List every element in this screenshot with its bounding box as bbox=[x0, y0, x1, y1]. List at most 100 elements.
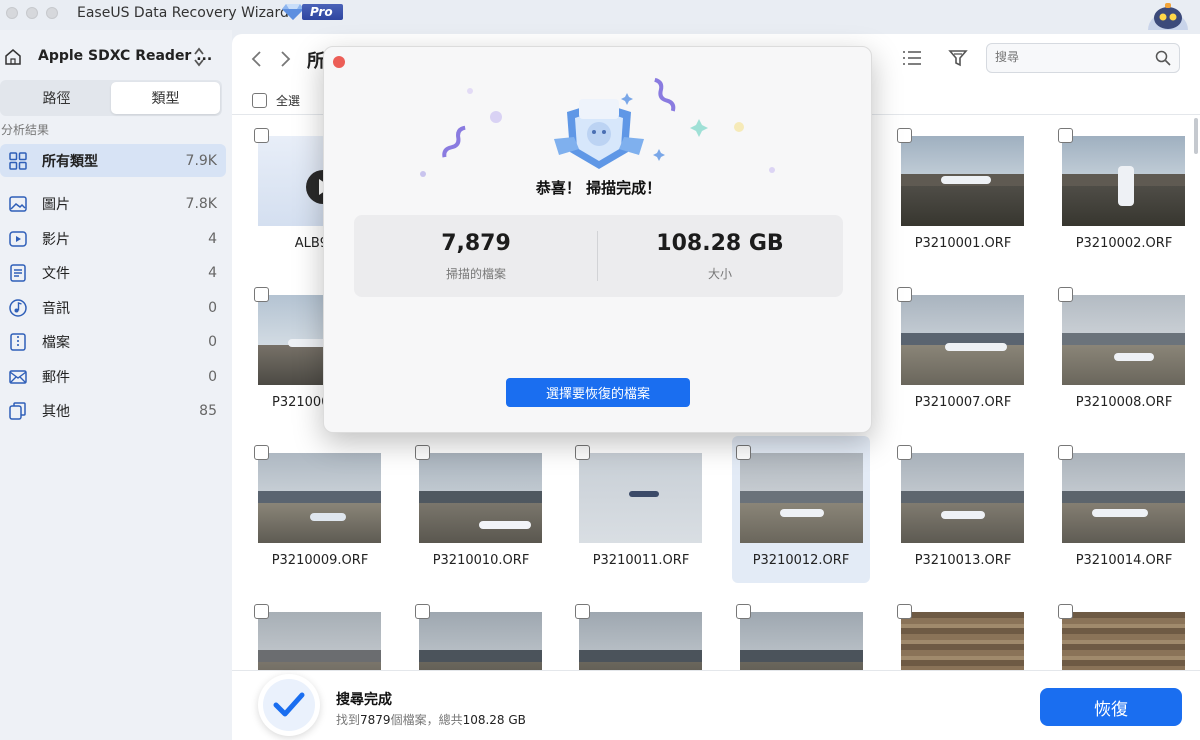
scrollbar[interactable] bbox=[1194, 118, 1198, 154]
edition-label: Pro bbox=[302, 4, 343, 20]
file-checkbox[interactable] bbox=[254, 128, 269, 143]
list-view-icon[interactable] bbox=[902, 49, 922, 67]
photo-thumbnail bbox=[901, 295, 1024, 385]
select-all[interactable]: 全選 bbox=[252, 92, 300, 109]
photo-thumbnail bbox=[901, 136, 1024, 226]
photo-thumbnail bbox=[579, 453, 702, 543]
photo-thumbnail bbox=[1062, 295, 1185, 385]
file-tile[interactable]: P3210014.ORF bbox=[1058, 445, 1192, 592]
sidebar-item-label: 文件 bbox=[42, 265, 70, 282]
sidebar-item-count: 4 bbox=[208, 230, 217, 247]
close-dialog-button[interactable] bbox=[333, 56, 345, 68]
photo-thumbnail bbox=[1062, 136, 1185, 226]
choose-files-button[interactable]: 選擇要恢復的檔案 bbox=[506, 378, 690, 407]
sidebar-item-archives[interactable]: 檔案 0 bbox=[0, 325, 226, 358]
file-checkbox[interactable] bbox=[897, 287, 912, 302]
file-checkbox[interactable] bbox=[415, 604, 430, 619]
file-checkbox[interactable] bbox=[254, 287, 269, 302]
file-tile[interactable]: P3210002.ORF bbox=[1058, 128, 1192, 275]
file-checkbox[interactable] bbox=[575, 445, 590, 460]
scan-stats-panel: 7,879 掃描的檔案 108.28 GB 大小 bbox=[354, 215, 843, 297]
sidebar: Apple SDXC Reader ... 路徑 類型 分析結果 所有類型 7.… bbox=[0, 30, 232, 740]
file-checkbox[interactable] bbox=[897, 128, 912, 143]
file-checkbox[interactable] bbox=[736, 604, 751, 619]
checkmark-icon bbox=[273, 692, 305, 717]
minimize-window-button[interactable] bbox=[26, 7, 38, 19]
photo-thumbnail bbox=[901, 453, 1024, 543]
file-name: P3210010.ORF bbox=[432, 553, 530, 568]
file-tile[interactable] bbox=[897, 604, 1034, 670]
tab-path[interactable]: 路徑 bbox=[2, 82, 111, 114]
file-checkbox[interactable] bbox=[1058, 604, 1073, 619]
sidebar-item-count: 4 bbox=[208, 264, 217, 281]
file-tile[interactable] bbox=[575, 604, 712, 670]
tab-type[interactable]: 類型 bbox=[111, 82, 220, 114]
close-window-button[interactable] bbox=[6, 7, 18, 19]
search-icon[interactable] bbox=[1155, 50, 1171, 66]
recover-button[interactable]: 恢復 bbox=[1040, 688, 1182, 726]
sidebar-item-count: 0 bbox=[208, 333, 217, 350]
file-tile[interactable]: P3210011.ORF bbox=[575, 445, 712, 592]
file-tile[interactable]: P3210001.ORF bbox=[897, 128, 1034, 275]
photo-thumbnail bbox=[1062, 453, 1185, 543]
sidebar-item-count: 7.9K bbox=[185, 152, 217, 169]
device-selector[interactable]: Apple SDXC Reader ... bbox=[0, 44, 232, 70]
chevron-right-icon[interactable] bbox=[278, 49, 292, 69]
file-checkbox[interactable] bbox=[575, 604, 590, 619]
file-tile[interactable]: P3210010.ORF bbox=[415, 445, 552, 592]
file-name: P3210009.ORF bbox=[271, 553, 369, 568]
search-box[interactable] bbox=[986, 43, 1180, 73]
file-name: P3210011.ORF bbox=[592, 553, 690, 568]
file-checkbox[interactable] bbox=[254, 445, 269, 460]
sidebar-item-images[interactable]: 圖片 7.8K bbox=[0, 187, 226, 220]
sidebar-item-mail[interactable]: 郵件 0 bbox=[0, 360, 226, 393]
file-name: P3210007.ORF bbox=[914, 395, 1012, 410]
select-all-checkbox[interactable] bbox=[252, 93, 267, 108]
file-checkbox[interactable] bbox=[1058, 287, 1073, 302]
sidebar-item-all-types[interactable]: 所有類型 7.9K bbox=[0, 144, 226, 177]
status-footer: 搜尋完成 找到7879個檔案，總共108.28 GB 恢復 bbox=[232, 670, 1200, 740]
file-checkbox[interactable] bbox=[254, 604, 269, 619]
zoom-window-button[interactable] bbox=[46, 7, 58, 19]
scan-complete-badge bbox=[258, 674, 320, 736]
sidebar-item-other[interactable]: 其他 85 bbox=[0, 394, 226, 427]
file-tile[interactable]: P3210009.ORF bbox=[254, 445, 391, 592]
found-prefix: 找到 bbox=[336, 713, 361, 727]
file-tile[interactable]: P3210008.ORF bbox=[1058, 287, 1192, 434]
file-name: P3210008.ORF bbox=[1075, 395, 1173, 410]
file-name: P3210014.ORF bbox=[1075, 553, 1173, 568]
file-checkbox[interactable] bbox=[897, 604, 912, 619]
grid-icon bbox=[9, 152, 27, 170]
sidebar-item-audio[interactable]: 音訊 0 bbox=[0, 291, 226, 324]
file-tile[interactable]: P3210013.ORF bbox=[897, 445, 1034, 592]
photo-thumbnail bbox=[740, 453, 863, 543]
file-tile[interactable] bbox=[1058, 604, 1192, 670]
pro-badge: Pro bbox=[282, 3, 343, 21]
files-scanned-value: 7,879 bbox=[441, 231, 511, 256]
file-tile[interactable] bbox=[415, 604, 552, 670]
sidebar-item-documents[interactable]: 文件 4 bbox=[0, 256, 226, 289]
file-checkbox[interactable] bbox=[1058, 445, 1073, 460]
file-checkbox[interactable] bbox=[897, 445, 912, 460]
file-name: P3210001.ORF bbox=[914, 236, 1012, 251]
sidebar-item-label: 其他 bbox=[42, 403, 70, 420]
home-icon[interactable] bbox=[4, 48, 22, 66]
file-checkbox[interactable] bbox=[415, 445, 430, 460]
file-tile[interactable] bbox=[736, 604, 873, 670]
sidebar-item-video[interactable]: 影片 4 bbox=[0, 222, 226, 255]
file-tile-selected[interactable]: P3210012.ORF bbox=[732, 436, 870, 583]
file-checkbox[interactable] bbox=[1058, 128, 1073, 143]
app-title: EaseUS Data Recovery Wizard bbox=[77, 5, 289, 21]
document-icon bbox=[10, 264, 26, 282]
search-input[interactable] bbox=[995, 50, 1145, 64]
file-tile[interactable] bbox=[254, 604, 391, 670]
photo-thumbnail bbox=[419, 612, 542, 670]
mascot-avatar-icon[interactable] bbox=[1146, 0, 1190, 30]
file-checkbox[interactable] bbox=[736, 445, 751, 460]
chevron-left-icon[interactable] bbox=[250, 49, 264, 69]
filter-icon[interactable] bbox=[948, 48, 968, 68]
chevron-updown-icon[interactable] bbox=[193, 46, 205, 68]
sidebar-item-count: 7.8K bbox=[185, 195, 217, 212]
file-tile[interactable]: P3210007.ORF bbox=[897, 287, 1034, 434]
sidebar-item-label: 圖片 bbox=[42, 196, 70, 213]
